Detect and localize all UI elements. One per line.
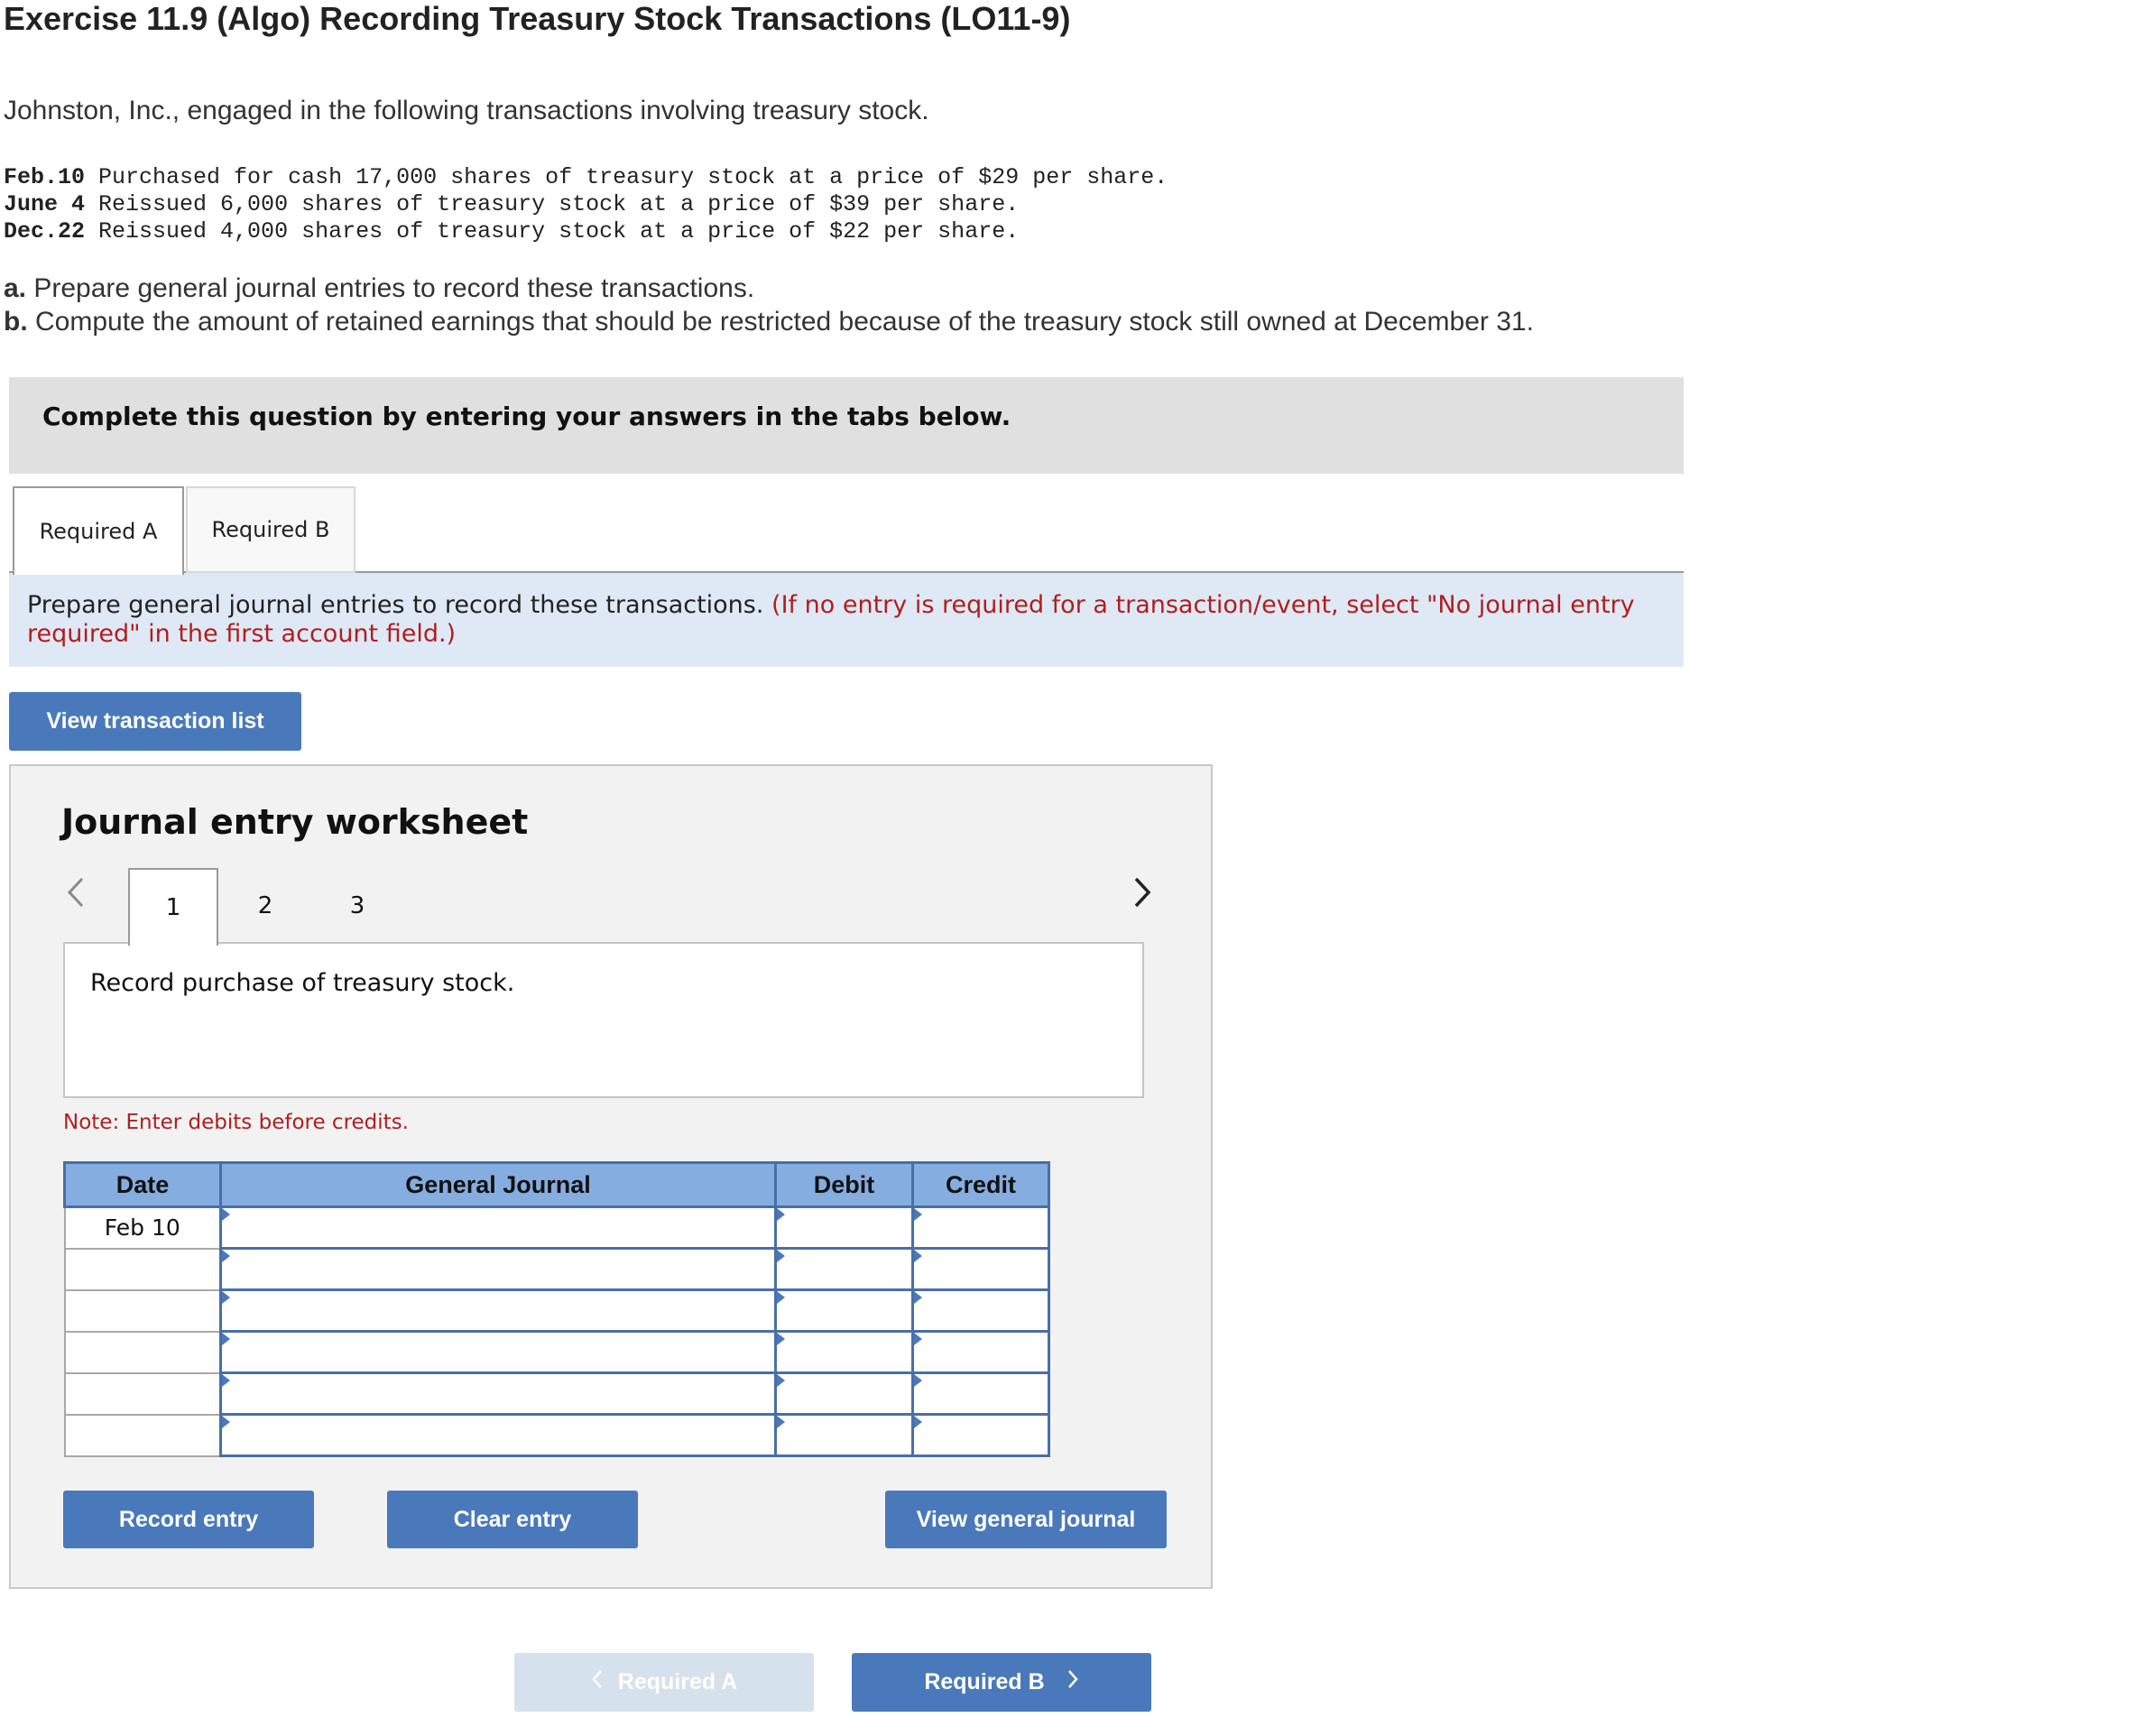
worksheet-title: Journal entry worksheet bbox=[61, 802, 529, 842]
debit-input[interactable] bbox=[774, 1247, 914, 1291]
date-cell: Feb 10 bbox=[63, 1205, 222, 1250]
debit-credit-note: Note: Enter debits before credits. bbox=[63, 1111, 409, 1134]
account-input[interactable] bbox=[219, 1413, 777, 1457]
credit-input[interactable] bbox=[911, 1205, 1050, 1250]
transaction-line: Feb.10 Purchased for cash 17,000 shares … bbox=[4, 164, 1168, 190]
prev-button-label: Required A bbox=[617, 1669, 738, 1694]
debit-input[interactable] bbox=[774, 1371, 914, 1416]
prev-required-a-button[interactable]: Required A bbox=[514, 1653, 814, 1712]
entry-description: Record purchase of treasury stock. bbox=[90, 969, 515, 997]
credit-input[interactable] bbox=[911, 1330, 1050, 1374]
transaction-text: Purchased for cash 17,000 shares of trea… bbox=[98, 164, 1168, 190]
table-row bbox=[63, 1371, 1050, 1416]
account-input[interactable] bbox=[219, 1205, 777, 1250]
journal-entry-worksheet: Journal entry worksheet 1 2 3 Record pur… bbox=[9, 764, 1213, 1589]
requirement-a: a. Prepare general journal entries to re… bbox=[4, 273, 754, 304]
account-input[interactable] bbox=[219, 1371, 777, 1416]
credit-input[interactable] bbox=[911, 1413, 1050, 1457]
requirement-b: b. Compute the amount of retained earnin… bbox=[4, 307, 1534, 337]
chevron-left-icon[interactable] bbox=[65, 876, 87, 918]
debit-input[interactable] bbox=[774, 1413, 914, 1457]
journal-header-row: Date General Journal Debit Credit bbox=[63, 1161, 1050, 1208]
worksheet-page-1[interactable]: 1 bbox=[128, 868, 218, 946]
date-cell bbox=[63, 1371, 222, 1416]
transaction-text: Reissued 6,000 shares of treasury stock … bbox=[98, 191, 1020, 217]
transaction-text: Reissued 4,000 shares of treasury stock … bbox=[98, 218, 1020, 245]
worksheet-page-2[interactable]: 2 bbox=[220, 868, 310, 944]
debit-input[interactable] bbox=[774, 1288, 914, 1333]
instruction-banner: Complete this question by entering your … bbox=[9, 377, 1684, 474]
table-row bbox=[63, 1413, 1050, 1457]
debit-input[interactable] bbox=[774, 1205, 914, 1250]
column-header-date: Date bbox=[63, 1161, 222, 1208]
view-transaction-list-button[interactable]: View transaction list bbox=[9, 692, 301, 751]
account-input[interactable] bbox=[219, 1247, 777, 1291]
tab-instructions: Prepare general journal entries to recor… bbox=[9, 573, 1684, 667]
date-cell bbox=[63, 1247, 222, 1291]
requirement-letter: b. bbox=[4, 307, 28, 337]
date-cell bbox=[63, 1288, 222, 1333]
clear-entry-button[interactable]: Clear entry bbox=[387, 1491, 638, 1548]
problem-intro: Johnston, Inc., engaged in the following… bbox=[4, 96, 929, 125]
banner-text: Complete this question by entering your … bbox=[42, 402, 1011, 431]
credit-input[interactable] bbox=[911, 1371, 1050, 1416]
page-title: Exercise 11.9 (Algo) Recording Treasury … bbox=[4, 0, 1071, 37]
chevron-right-icon[interactable] bbox=[1131, 876, 1153, 918]
credit-input[interactable] bbox=[911, 1288, 1050, 1333]
transaction-date: June 4 bbox=[4, 191, 86, 217]
transaction-line: June 4 Reissued 6,000 shares of treasury… bbox=[4, 191, 1019, 217]
instructions-main: Prepare general journal entries to recor… bbox=[27, 591, 764, 619]
transaction-date: Dec.22 bbox=[4, 218, 86, 245]
table-row: Feb 10 bbox=[63, 1205, 1050, 1250]
account-input[interactable] bbox=[219, 1330, 777, 1374]
table-row bbox=[63, 1288, 1050, 1333]
chevron-left-icon bbox=[591, 1669, 604, 1695]
table-row bbox=[63, 1247, 1050, 1291]
table-row bbox=[63, 1330, 1050, 1374]
date-cell bbox=[63, 1413, 222, 1457]
view-general-journal-button[interactable]: View general journal bbox=[885, 1491, 1167, 1548]
requirement-letter: a. bbox=[4, 273, 27, 303]
worksheet-page-3[interactable]: 3 bbox=[312, 868, 402, 944]
debit-input[interactable] bbox=[774, 1330, 914, 1374]
requirement-text: Compute the amount of retained earnings … bbox=[35, 307, 1534, 337]
next-required-b-button[interactable]: Required B bbox=[852, 1653, 1151, 1712]
account-input[interactable] bbox=[219, 1288, 777, 1333]
credit-input[interactable] bbox=[911, 1247, 1050, 1291]
column-header-general-journal: General Journal bbox=[219, 1161, 777, 1208]
tab-required-b[interactable]: Required B bbox=[186, 486, 356, 573]
instructions-text: Prepare general journal entries to recor… bbox=[27, 591, 1660, 649]
chevron-right-icon bbox=[1066, 1669, 1079, 1695]
transaction-line: Dec.22 Reissued 4,000 shares of treasury… bbox=[4, 218, 1019, 245]
record-entry-button[interactable]: Record entry bbox=[63, 1491, 314, 1548]
requirement-text: Prepare general journal entries to recor… bbox=[33, 273, 755, 303]
column-header-debit: Debit bbox=[774, 1161, 914, 1208]
journal-table: Date General Journal Debit Credit Feb 10 bbox=[63, 1161, 1050, 1457]
entry-description-box: Record purchase of treasury stock. bbox=[63, 942, 1144, 1098]
date-cell bbox=[63, 1330, 222, 1374]
transaction-date: Feb.10 bbox=[4, 164, 86, 190]
tab-required-a[interactable]: Required A bbox=[13, 486, 184, 575]
next-button-label: Required B bbox=[924, 1669, 1045, 1694]
column-header-credit: Credit bbox=[911, 1161, 1050, 1208]
